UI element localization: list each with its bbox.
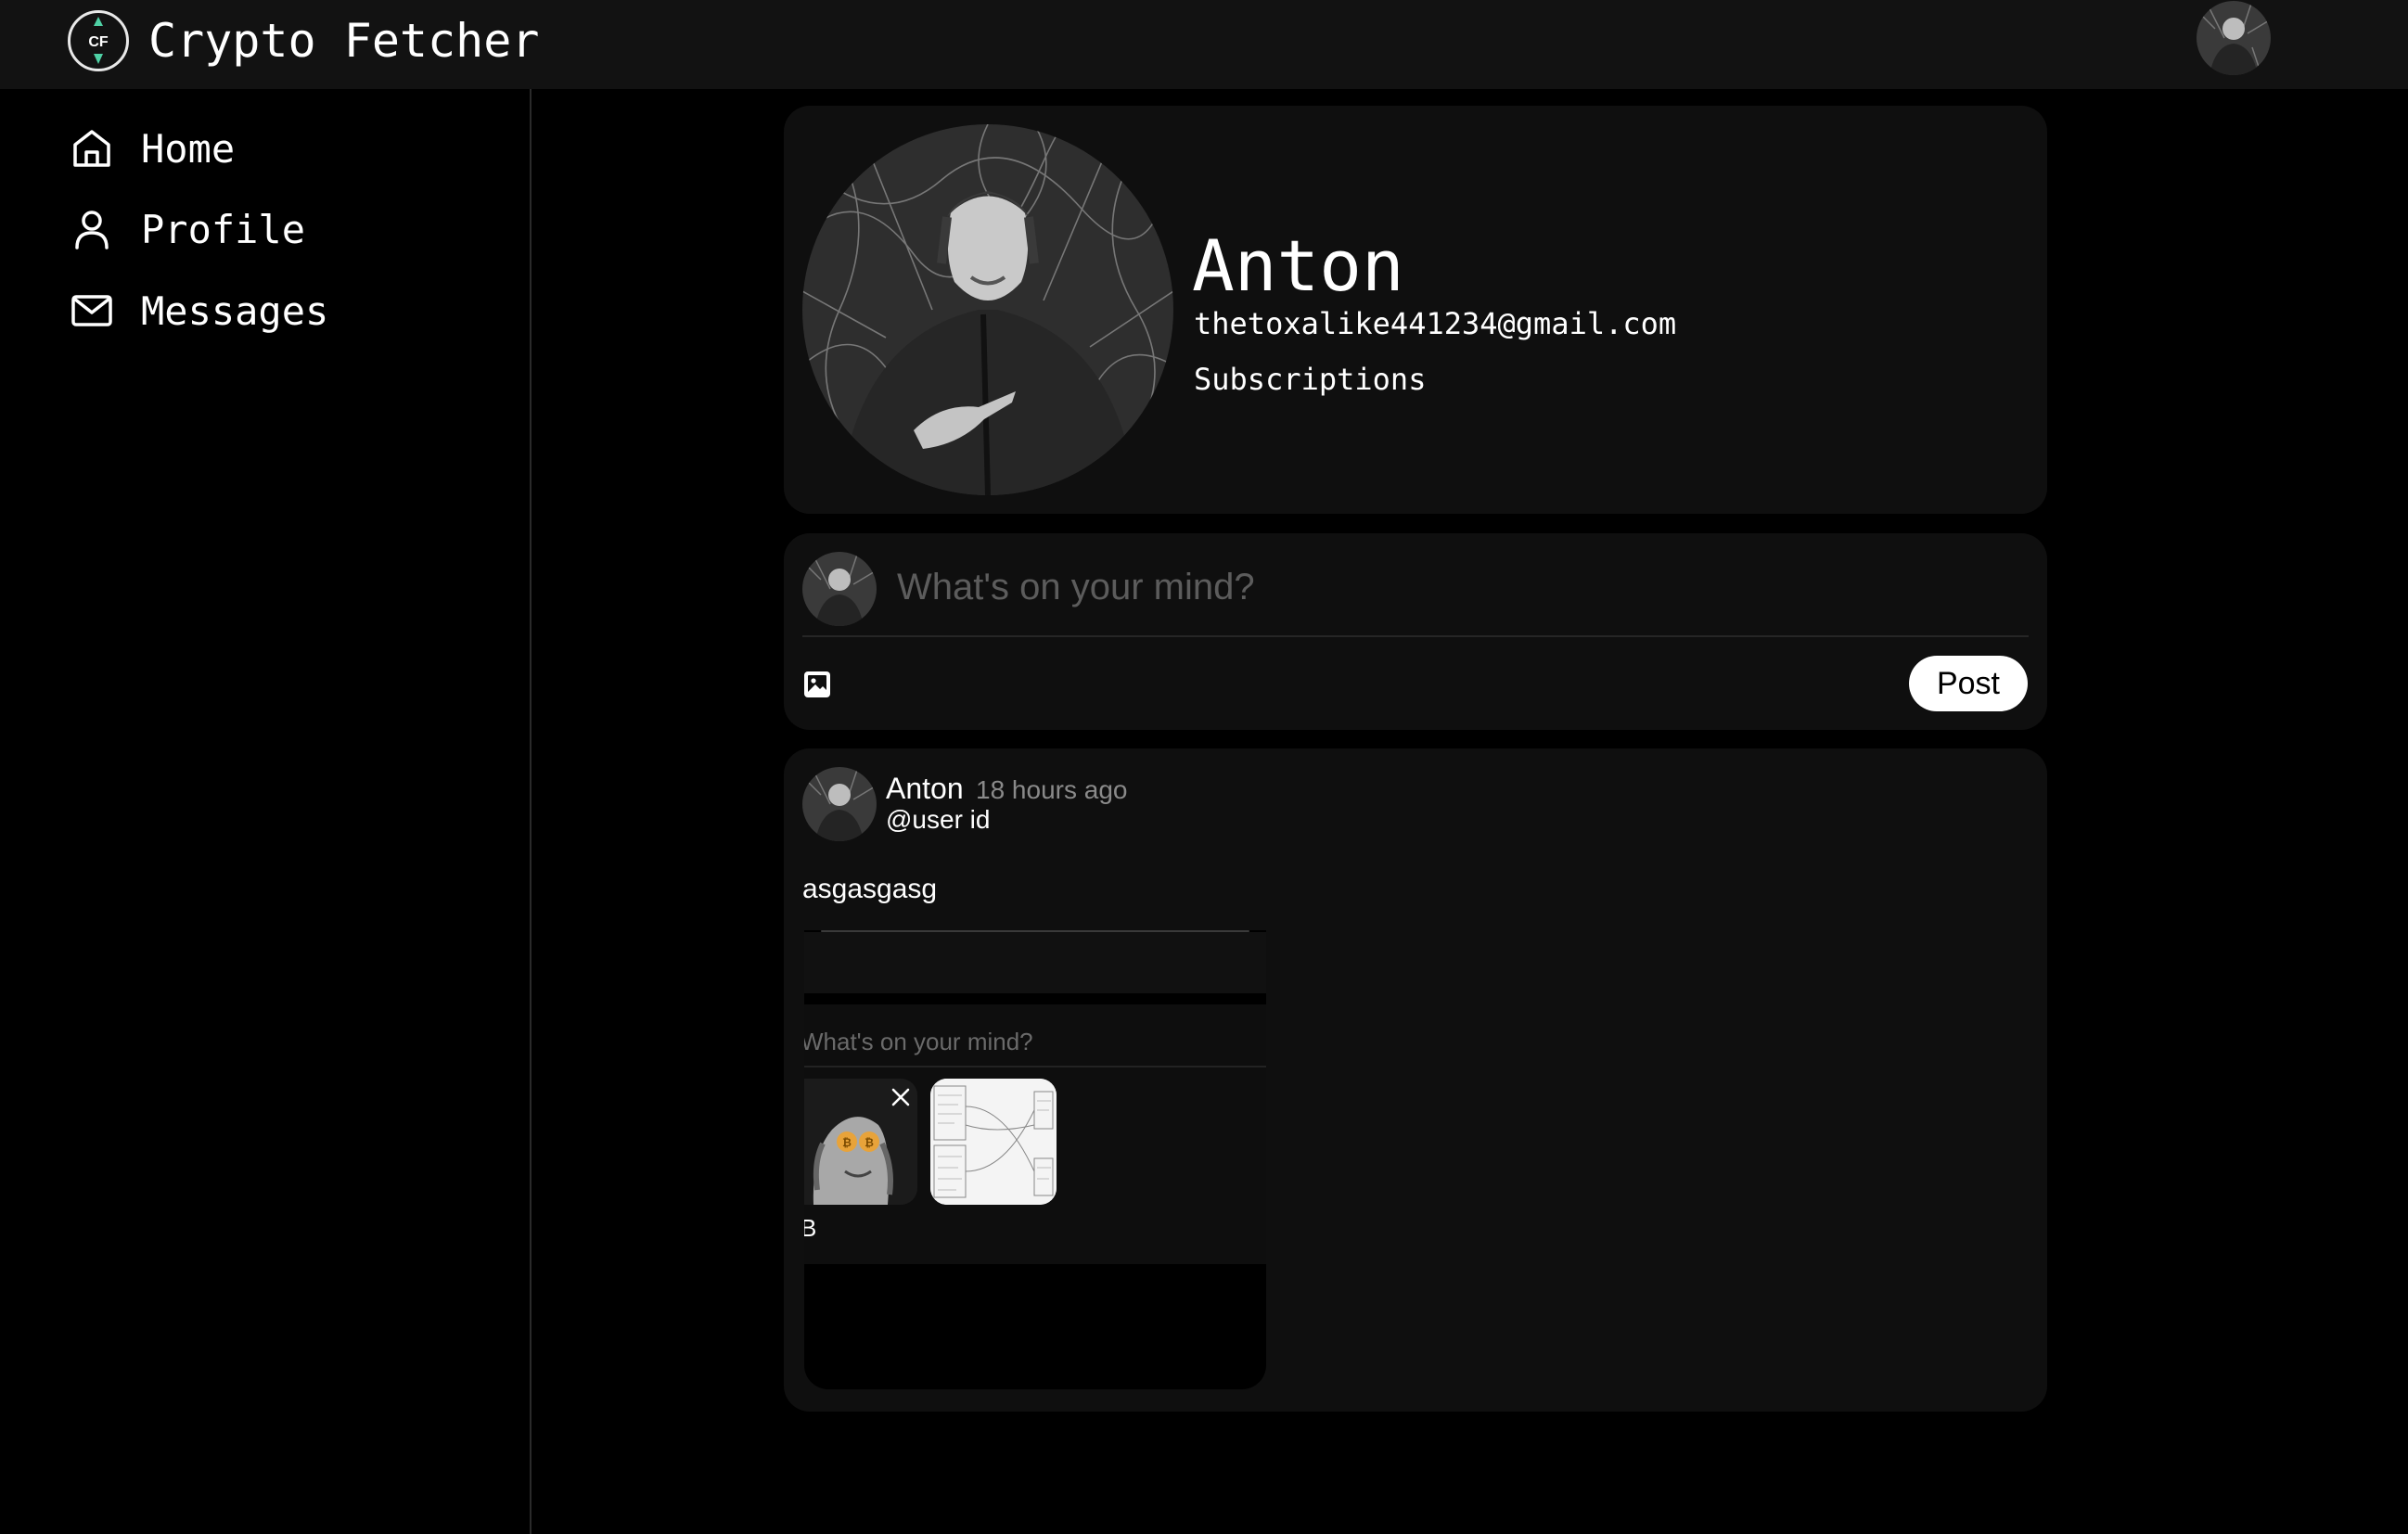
top-bar: CF Crypto Fetcher bbox=[0, 0, 2408, 89]
post-author-avatar[interactable] bbox=[802, 767, 877, 841]
app-logo[interactable]: CF bbox=[68, 10, 129, 71]
post-author-handle: @user id bbox=[886, 805, 991, 834]
subscriptions-link[interactable]: Subscriptions bbox=[1194, 361, 1426, 398]
post-attachment-image[interactable]: What's on your mind? ₿ ₿ B bbox=[804, 930, 1266, 1389]
attachment-placeholder-text: What's on your mind? bbox=[804, 1028, 1033, 1055]
attachment-divider bbox=[804, 1066, 1266, 1067]
diagram-thumbnail-icon bbox=[930, 1079, 1057, 1205]
sidebar-item-messages[interactable]: Messages bbox=[67, 283, 328, 339]
sidebar-item-label: Home bbox=[141, 125, 236, 172]
svg-text:₿: ₿ bbox=[842, 1136, 852, 1149]
attachment-thumbnail bbox=[930, 1079, 1057, 1205]
post-timestamp: 18 hours ago bbox=[976, 775, 1128, 804]
profile-card: Anton thetoxalike441234@gmail.com Subscr… bbox=[784, 106, 2047, 514]
profile-name: Anton bbox=[1192, 224, 1404, 307]
sidebar-item-label: Profile bbox=[141, 206, 306, 252]
user-icon bbox=[67, 204, 117, 254]
profile-photo-icon bbox=[802, 124, 1173, 495]
profile-email: thetoxalike441234@gmail.com bbox=[1194, 306, 1677, 341]
close-icon[interactable] bbox=[890, 1086, 912, 1108]
attachment-partial-text: B bbox=[804, 1214, 817, 1242]
post-card: Anton 18 hours ago @user id asgasgasg Wh… bbox=[784, 748, 2047, 1412]
attachment-panel bbox=[804, 932, 1266, 993]
composer-divider bbox=[802, 635, 2029, 637]
user-avatar-icon bbox=[2197, 1, 2271, 75]
sidebar-item-profile[interactable]: Profile bbox=[67, 201, 305, 257]
mail-icon bbox=[67, 286, 117, 336]
sidebar: Home Profile Messages bbox=[0, 89, 532, 1534]
post-composer: Post bbox=[784, 533, 2047, 730]
composer-avatar bbox=[802, 552, 877, 626]
sidebar-item-home[interactable]: Home bbox=[67, 121, 235, 176]
sidebar-item-label: Messages bbox=[141, 288, 329, 334]
logo-text: CF bbox=[88, 34, 109, 50]
app-title: Crypto Fetcher bbox=[148, 14, 540, 68]
post-text: asgasgasg bbox=[802, 874, 938, 904]
image-icon[interactable] bbox=[802, 670, 832, 699]
svg-text:₿: ₿ bbox=[865, 1136, 874, 1149]
post-author-name[interactable]: Anton bbox=[886, 771, 964, 806]
header-avatar[interactable] bbox=[2197, 1, 2271, 75]
home-icon bbox=[67, 123, 117, 173]
logo-icon: CF bbox=[88, 17, 109, 64]
post-button[interactable]: Post bbox=[1909, 656, 2028, 711]
user-avatar-icon bbox=[802, 767, 877, 841]
user-avatar-icon bbox=[802, 552, 877, 626]
composer-input[interactable] bbox=[895, 552, 2017, 622]
profile-avatar bbox=[802, 124, 1173, 495]
